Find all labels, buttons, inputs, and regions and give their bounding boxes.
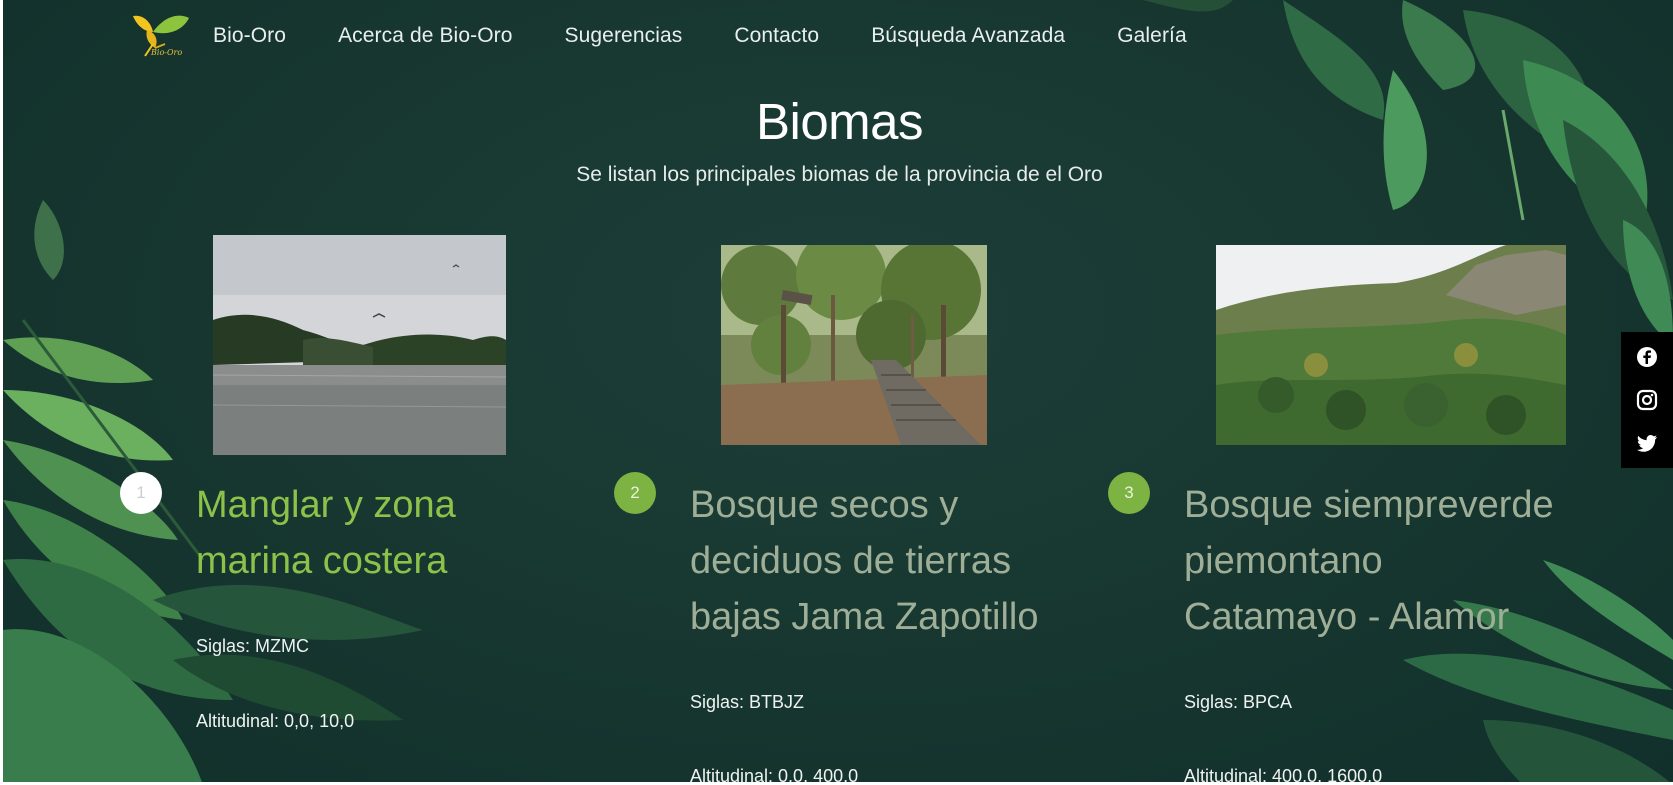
nav-item-busqueda-avanzada[interactable]: Búsqueda Avanzada	[871, 24, 1065, 48]
bio-oro-logo[interactable]: Bio-Oro	[125, 10, 195, 62]
biome-number-badge: 2	[614, 472, 656, 514]
biome-title-bosque-seco[interactable]: Bosque secos y deciduos de tierras bajas…	[690, 477, 1080, 645]
nav-item-bio-oro[interactable]: Bio-Oro	[213, 24, 286, 48]
instagram-icon[interactable]	[1636, 389, 1658, 411]
page-background: Bio-Oro Bio-Oro Acerca de Bio-Oro Sugere…	[3, 0, 1673, 782]
top-navigation: Bio-Oro Bio-Oro Acerca de Bio-Oro Sugere…	[125, 14, 1239, 58]
page-subtitle: Se listan los principales biomas de la p…	[576, 163, 1103, 186]
biome-photo-bosque-seco	[721, 245, 987, 445]
biome-photo-bosque-siempreverde	[1216, 245, 1566, 445]
biome-title-bosque-siempreverde[interactable]: Bosque siempreverde piemontano Catamayo …	[1184, 477, 1564, 645]
biome-photo-manglar	[213, 235, 506, 455]
biome-number-badge: 1	[120, 472, 162, 514]
biome-altitudinal: Altitudinal: 400,0, 1600,0	[1184, 766, 1383, 782]
nav-item-galeria[interactable]: Galería	[1117, 24, 1187, 48]
social-sidebar	[1621, 332, 1673, 468]
biome-siglas: Siglas: MZMC	[196, 636, 310, 656]
nav-item-sugerencias[interactable]: Sugerencias	[565, 24, 683, 48]
logo-text: Bio-Oro	[151, 48, 183, 57]
biome-altitudinal: Altitudinal: 0,0, 10,0	[196, 711, 355, 731]
biome-siglas: Siglas: BPCA	[1184, 692, 1293, 712]
page-title: Biomas	[755, 93, 924, 150]
twitter-icon[interactable]	[1636, 432, 1658, 454]
biome-siglas: Siglas: BTBJZ	[690, 692, 805, 712]
nav-item-contacto[interactable]: Contacto	[734, 24, 819, 48]
biome-altitudinal: Altitudinal: 0,0, 400,0	[690, 766, 859, 782]
biome-number-badge: 3	[1108, 472, 1150, 514]
nav-item-acerca[interactable]: Acerca de Bio-Oro	[338, 24, 512, 48]
biome-title-manglar[interactable]: Manglar y zona marina costera	[196, 477, 576, 589]
facebook-icon[interactable]	[1636, 346, 1658, 368]
